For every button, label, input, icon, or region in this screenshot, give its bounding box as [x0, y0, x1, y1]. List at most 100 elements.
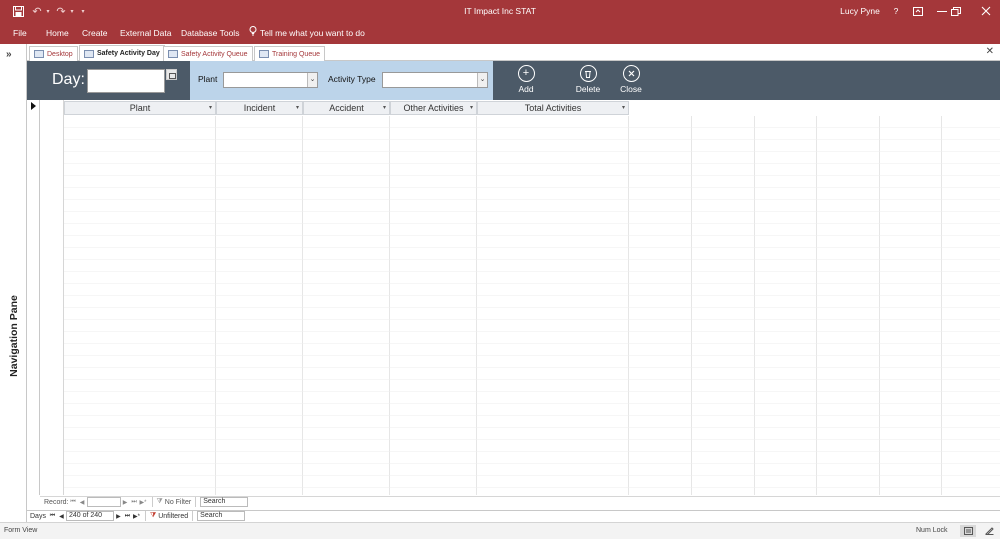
ribbon-tab-create[interactable]: Create [82, 22, 108, 44]
current-record-arrow-icon [31, 102, 36, 110]
search-input[interactable]: Search [197, 511, 246, 521]
filter-icon[interactable]: ⧩ [157, 498, 163, 506]
tab-safety-activity-queue[interactable]: Safety Activity Queue [163, 46, 253, 61]
chevron-down-icon[interactable]: ▾ [622, 102, 625, 114]
day-input[interactable] [87, 69, 165, 93]
tell-me-search[interactable]: Tell me what you want to do [249, 22, 365, 44]
chevron-down-icon[interactable]: ▾ [383, 102, 386, 114]
chevron-down-icon[interactable]: ▾ [470, 102, 473, 114]
tab-desktop[interactable]: Desktop [29, 46, 78, 61]
previous-record-icon[interactable]: ◀ [57, 513, 66, 520]
view-status: Form View [4, 527, 38, 534]
plant-label: Plant [198, 74, 218, 84]
chevron-down-icon[interactable]: ⌄ [307, 73, 317, 87]
record-position-input[interactable]: 240 of 240 [65, 511, 114, 521]
form-icon [168, 50, 178, 58]
record-selector-bar[interactable] [27, 100, 40, 495]
add-label: Add [518, 84, 534, 94]
column-header-accident[interactable]: Accident ▾ [303, 101, 390, 115]
datasheet-grid[interactable] [64, 116, 1000, 495]
column-header-plant[interactable]: Plant ▾ [64, 101, 216, 115]
next-record-icon[interactable]: ▶ [114, 513, 123, 520]
new-record-icon[interactable]: ▶* [139, 499, 148, 506]
activity-type-combo[interactable]: ⌄ [382, 72, 488, 88]
form-icon [259, 50, 269, 58]
search-input[interactable]: Search [200, 497, 249, 507]
close-button[interactable]: Close [614, 65, 648, 94]
divider [192, 511, 194, 521]
chevron-down-icon[interactable]: ⌄ [477, 73, 487, 87]
restore-icon[interactable] [948, 0, 964, 22]
close-circle-icon [622, 65, 640, 82]
close-label: Close [620, 84, 642, 94]
new-record-icon[interactable]: ▶* [132, 513, 141, 520]
document-tab-strip: Desktop Safety Activity Day Safety Activ… [27, 44, 1000, 61]
ribbon-tab-home[interactable]: Home [46, 22, 69, 44]
save-icon[interactable] [10, 0, 26, 22]
close-tab-icon[interactable]: ✕ [986, 46, 994, 57]
ribbon-tab-external-data[interactable]: External Data [120, 22, 172, 44]
column-header-label: Other Activities [403, 103, 464, 113]
column-header-total-activities[interactable]: Total Activities ▾ [477, 101, 629, 115]
activity-type-label: Activity Type [328, 74, 376, 84]
ribbon-tab-file[interactable]: File [13, 22, 27, 44]
redo-dropdown-icon[interactable]: ▾ [68, 0, 76, 22]
plant-combo[interactable]: ⌄ [223, 72, 318, 88]
form-icon [34, 50, 44, 58]
unfiltered-label[interactable]: Unfiltered [158, 513, 188, 520]
first-record-icon[interactable]: ⏮ [69, 499, 78, 506]
column-header-incident[interactable]: Incident ▾ [216, 101, 303, 115]
last-record-icon[interactable]: ⏭ [130, 499, 139, 506]
plus-circle-icon: + [517, 65, 535, 82]
delete-button[interactable]: Delete [571, 65, 605, 94]
record-label: Record: [44, 498, 69, 506]
days-label: Days [30, 512, 46, 520]
tab-safety-activity-day[interactable]: Safety Activity Day [79, 45, 165, 61]
navigation-pane[interactable]: » Navigation Pane [0, 44, 27, 522]
form-icon [84, 49, 94, 58]
tab-label: Desktop [47, 50, 73, 58]
expand-chevron-icon[interactable]: » [6, 49, 12, 60]
help-button[interactable]: ? [888, 0, 904, 22]
form-record-navigation: Days ⏮ ◀ 240 of 240 ▶ ⏭ ▶* ⧩ Unfiltered … [27, 510, 1000, 521]
filter-panel: Plant ⌄ Activity Type ⌄ [190, 61, 493, 100]
tab-label: Training Queue [272, 50, 320, 58]
no-filter-label[interactable]: No Filter [165, 499, 191, 506]
datasheet[interactable]: Plant ▾ Incident ▾ Accident ▾ Other Acti… [27, 100, 1000, 495]
row-selector-column[interactable] [40, 100, 64, 495]
design-view-icon[interactable] [982, 525, 996, 537]
first-record-icon[interactable]: ⏮ [48, 513, 57, 520]
record-number-input[interactable] [86, 497, 121, 507]
column-header-label: Plant [129, 103, 151, 113]
undo-dropdown-icon[interactable]: ▾ [44, 0, 52, 22]
divider [195, 497, 197, 507]
form-view-icon[interactable] [960, 525, 976, 537]
customize-toolbar-icon[interactable]: ▾ [78, 0, 88, 22]
close-window-icon[interactable] [978, 0, 994, 22]
unfiltered-icon[interactable]: ⧩ [150, 512, 156, 520]
add-button[interactable]: + Add [509, 65, 543, 94]
user-name[interactable]: Lucy Pyne [830, 0, 890, 22]
navigation-pane-label: Navigation Pane [8, 295, 20, 377]
ribbon-tab-database-tools[interactable]: Database Tools [181, 22, 239, 44]
chevron-down-icon[interactable]: ▾ [296, 102, 299, 114]
tab-training-queue[interactable]: Training Queue [254, 46, 325, 61]
delete-label: Delete [575, 84, 601, 94]
day-label: Day: [52, 71, 85, 88]
ribbon-display-options-icon[interactable] [910, 0, 926, 22]
status-bar: Form View Num Lock [0, 522, 1000, 539]
column-header-other-activities[interactable]: Other Activities ▾ [390, 101, 477, 115]
tell-me-text: Tell me what you want to do [260, 28, 365, 38]
tab-label: Safety Activity Queue [181, 50, 248, 58]
title-bar: ↶ ▾ ↷ ▾ ▾ IT Impact Inc STAT Lucy Pyne ? [0, 0, 1000, 22]
ribbon: File Home Create External Data Database … [0, 22, 1000, 44]
previous-record-icon[interactable]: ◀ [78, 499, 87, 506]
undo-icon[interactable]: ↶ [30, 0, 44, 22]
redo-icon[interactable]: ↷ [54, 0, 68, 22]
last-record-icon[interactable]: ⏭ [123, 513, 132, 520]
next-record-icon[interactable]: ▶ [121, 499, 130, 506]
calendar-icon[interactable] [166, 69, 177, 80]
num-lock-indicator: Num Lock [916, 527, 948, 534]
trash-icon [579, 65, 597, 82]
chevron-down-icon[interactable]: ▾ [209, 102, 212, 114]
